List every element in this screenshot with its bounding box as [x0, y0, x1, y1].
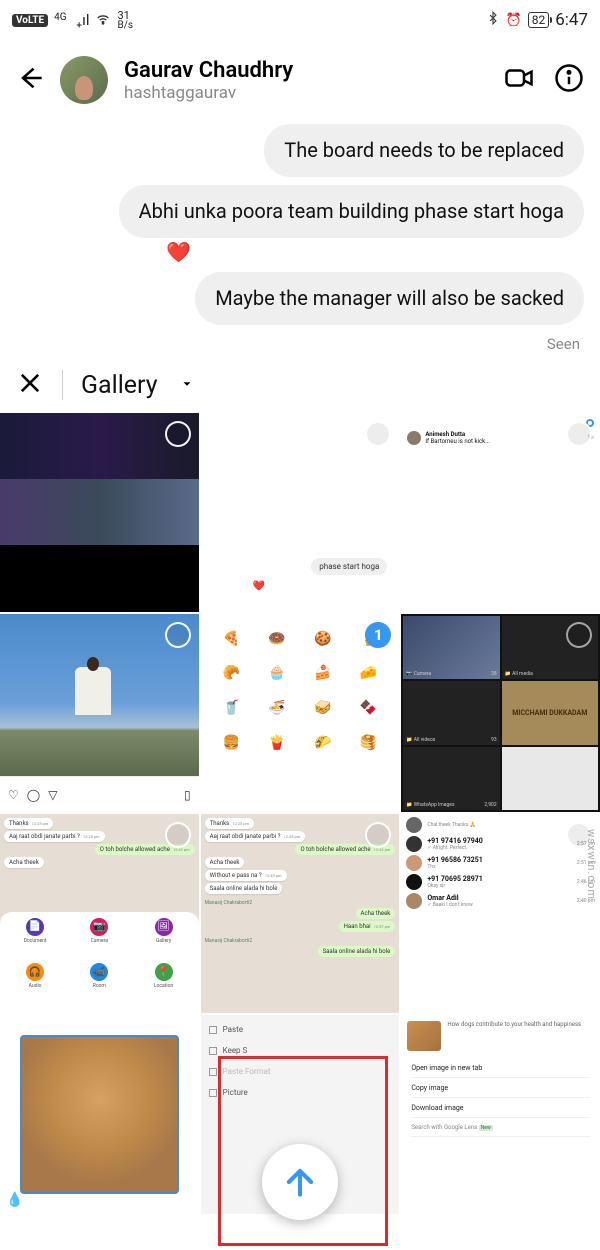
gallery-thumbnail[interactable]: ♡ ◯ ▽ ▯ [0, 614, 199, 813]
contact-handle: hashtaggaurav [124, 83, 488, 103]
seen-indicator: Seen [547, 335, 580, 353]
teardrop-icon: 💧 [6, 1192, 23, 1208]
signal-4g-icon: 4G [54, 12, 70, 28]
close-button[interactable] [16, 369, 44, 401]
video-call-button[interactable] [504, 63, 534, 97]
selection-circle[interactable] [165, 421, 191, 447]
info-button[interactable] [554, 63, 584, 97]
battery-indicator: 82 [528, 12, 550, 28]
gallery-thumbnail[interactable]: How dogs contribute to your health and h… [401, 1015, 600, 1214]
network-speed: 31 B/s [117, 10, 133, 31]
comment-icon: ◯ [27, 788, 40, 802]
bluetooth-icon [486, 10, 500, 30]
selection-circle[interactable] [165, 622, 191, 648]
arrow-up-icon [281, 1163, 319, 1201]
gallery-picker-header: Gallery [0, 355, 600, 413]
gallery-thumbnail[interactable]: Thanks12:25 pm Aaj raat obdi janate parb… [201, 814, 400, 1013]
article-image [407, 1021, 441, 1051]
status-right: ⏰ 82 6:47 [486, 10, 588, 30]
gallery-thumbnail[interactable]: Thanks12:25 pm Aaj raat obdi janate parb… [0, 814, 199, 1013]
wifi-icon [95, 10, 111, 30]
selection-circle[interactable] [165, 822, 191, 848]
divider [62, 370, 63, 400]
chat-header: Gaurav Chaudhry hashtaggaurav [0, 40, 600, 120]
gallery-source-dropdown[interactable]: Gallery [81, 371, 158, 400]
message-bubble[interactable]: Abhi unka poora team building phase star… [119, 185, 584, 238]
status-left: VoLTE 4G ₊ıl 31 B/s [12, 10, 133, 31]
selection-circle[interactable] [566, 421, 592, 447]
message-bubble[interactable]: Maybe the manager will also be sacked [195, 272, 584, 325]
contact-info[interactable]: Gaurav Chaudhry hashtaggaurav [124, 58, 488, 103]
chevron-down-icon[interactable] [176, 376, 194, 395]
back-button[interactable] [16, 64, 44, 96]
chat-messages: The board needs to be replaced Abhi unka… [0, 120, 600, 355]
bookmark-icon: ▯ [184, 788, 191, 802]
contact-name: Gaurav Chaudhry [124, 58, 488, 83]
clock-time: 6:47 [555, 10, 588, 30]
selection-circle[interactable] [566, 622, 592, 648]
alarm-icon: ⏰ [506, 13, 522, 28]
like-icon: ♡ [8, 788, 19, 802]
send-button[interactable] [262, 1144, 338, 1220]
status-bar: VoLTE 4G ₊ıl 31 B/s ⏰ 82 6:47 [0, 0, 600, 40]
message-reaction[interactable]: ❤️ [166, 240, 191, 264]
gallery-thumbnail[interactable]: phase start hoga ❤️ [201, 413, 400, 612]
gallery-thumbnail[interactable]: Chal theek Thanks 🙏 +91 97416 97940✓ Alr… [401, 814, 600, 1013]
gallery-thumbnail[interactable]: Animesh DuttaIf Bartomeu is not kick... … [401, 413, 600, 612]
share-icon: ▽ [48, 788, 57, 802]
signal-bars-icon: ₊ıl [76, 11, 89, 29]
contact-avatar[interactable] [60, 56, 108, 104]
selection-circle[interactable] [365, 421, 391, 447]
gallery-thumbnail[interactable]: 💧 [0, 1015, 199, 1214]
header-actions [504, 63, 584, 97]
gallery-thumbnail-selected[interactable]: 🍕🍩🍪🍦 🥐🧁🍰🧀 🥤🍜🥪🍫 🍔🍟🌮🥞 1 [201, 614, 400, 813]
selection-badge[interactable]: 1 [365, 622, 391, 648]
volte-badge: VoLTE [12, 14, 48, 27]
message-bubble[interactable]: The board needs to be replaced [264, 124, 584, 177]
gallery-thumbnail[interactable] [0, 413, 199, 612]
gallery-thumbnail[interactable]: 📷 Camera38 📁 All media 📁 All videos93 MI… [401, 614, 600, 813]
watermark: wsxwin.com [585, 829, 598, 900]
